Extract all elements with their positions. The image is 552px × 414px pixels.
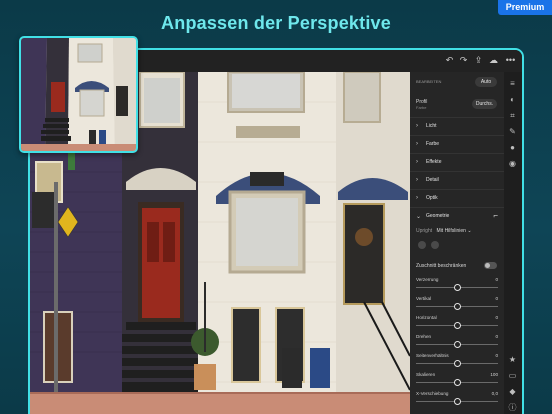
chevron-right-icon: ›	[416, 195, 418, 201]
section-farbe[interactable]: › Farbe	[410, 135, 504, 153]
more-icon[interactable]: •••	[505, 55, 516, 66]
geometry-slider[interactable]: Verzerrung 0	[416, 277, 498, 295]
sliders-icon[interactable]: ≡	[507, 78, 518, 89]
delete-guide-icon[interactable]	[431, 241, 439, 249]
geometry-slider[interactable]: Seitenverhältnis 0	[416, 353, 498, 371]
app-store-screenshot: Premium Anpassen der Perspektive ↶ ↷ ⇪ ☁…	[0, 0, 552, 414]
star-icon[interactable]: ★	[507, 354, 518, 365]
cloud-icon[interactable]: ☁	[488, 55, 499, 66]
slider-value: 100	[490, 372, 498, 377]
chevron-down-icon: ⌄	[416, 214, 422, 220]
slider-value: 0	[495, 277, 498, 282]
chevron-right-icon: ›	[416, 177, 418, 183]
slider-label: Vertikal	[416, 296, 432, 301]
chevron-down-icon: ⌄	[467, 228, 472, 234]
slider-value: 0	[495, 315, 498, 320]
edit-panel: BEARBEITEN Auto Profil Farbe Durchs. › L…	[410, 72, 504, 414]
comment-icon[interactable]: ▭	[507, 370, 518, 381]
slider-value: 0	[495, 334, 498, 339]
chevron-right-icon: ›	[416, 141, 418, 147]
geometry-slider[interactable]: Drehen 0	[416, 334, 498, 352]
constrain-crop-toggle[interactable]	[484, 262, 497, 269]
chevron-right-icon: ›	[416, 159, 418, 165]
section-label: Farbe	[426, 141, 440, 147]
slider-label: Drehen	[416, 334, 432, 339]
info-icon[interactable]: ⓘ	[507, 402, 518, 413]
section-geometrie[interactable]: ⌄ Geometrie ⌐	[410, 207, 504, 225]
section-licht[interactable]: › Licht	[410, 117, 504, 135]
browse-profiles-button[interactable]: Durchs.	[472, 99, 497, 109]
slider-label: Skalieren	[416, 372, 436, 377]
chevron-right-icon: ›	[416, 123, 418, 129]
tag-icon[interactable]: ◆	[507, 386, 518, 397]
tool-strip: ≡ ◐ ⌗ ✎ ● ◉ ★ ▭ ◆ ⓘ	[504, 72, 522, 414]
section-effekte[interactable]: › Effekte	[410, 153, 504, 171]
section-label: Effekte	[426, 159, 442, 165]
slider-value: 0,0	[491, 391, 498, 396]
crop-icon[interactable]: ⌗	[507, 110, 518, 121]
slider-value: 0	[495, 296, 498, 301]
slider-knob[interactable]	[453, 398, 461, 405]
upright-label: Upright	[416, 228, 433, 234]
geometry-slider[interactable]: Vertikal 0	[416, 296, 498, 314]
slider-knob[interactable]	[453, 284, 461, 291]
before-photo-inset	[19, 36, 138, 153]
redeye-icon[interactable]: ◉	[507, 158, 518, 169]
masking-icon[interactable]: ●	[507, 142, 518, 153]
edit-header: BEARBEITEN	[416, 79, 442, 84]
geometry-slider[interactable]: Skalieren 100	[416, 372, 498, 390]
section-label: Licht	[426, 123, 437, 129]
slider-label: X-Verschiebung	[416, 391, 449, 396]
slider-value: 0	[495, 353, 498, 358]
upright-dropdown[interactable]: Mit Hilfslinien	[437, 228, 466, 234]
section-optik[interactable]: › Optik	[410, 189, 504, 207]
slider-knob[interactable]	[453, 303, 461, 310]
before-photo	[21, 38, 136, 151]
slider-knob[interactable]	[453, 322, 461, 329]
constrain-crop-label: Zuschnitt beschränken	[416, 263, 467, 269]
redo-icon[interactable]: ↷	[458, 55, 469, 66]
guided-upright-tool-icon[interactable]: ⌐	[493, 211, 498, 220]
auto-button[interactable]: Auto	[475, 77, 497, 87]
slider-knob[interactable]	[453, 379, 461, 386]
section-detail[interactable]: › Detail	[410, 171, 504, 189]
geometry-slider[interactable]: X-Verschiebung 0,0	[416, 391, 498, 409]
presets-icon[interactable]: ◐	[507, 94, 518, 105]
slider-knob[interactable]	[453, 360, 461, 367]
section-label: Optik	[426, 195, 438, 201]
add-guide-icon[interactable]	[418, 241, 426, 249]
share-icon[interactable]: ⇪	[473, 55, 484, 66]
undo-icon[interactable]: ↶	[444, 55, 455, 66]
healing-icon[interactable]: ✎	[507, 126, 518, 137]
headline: Anpassen der Perspektive	[161, 13, 391, 33]
toggle-knob	[485, 263, 490, 268]
slider-knob[interactable]	[453, 341, 461, 348]
slider-label: Seitenverhältnis	[416, 353, 449, 358]
slider-label: Verzerrung	[416, 277, 439, 282]
slider-label: Horizontal	[416, 315, 437, 320]
section-label: Detail	[426, 177, 439, 183]
section-label: Geometrie	[426, 213, 450, 219]
geometry-slider[interactable]: Horizontal 0	[416, 315, 498, 333]
